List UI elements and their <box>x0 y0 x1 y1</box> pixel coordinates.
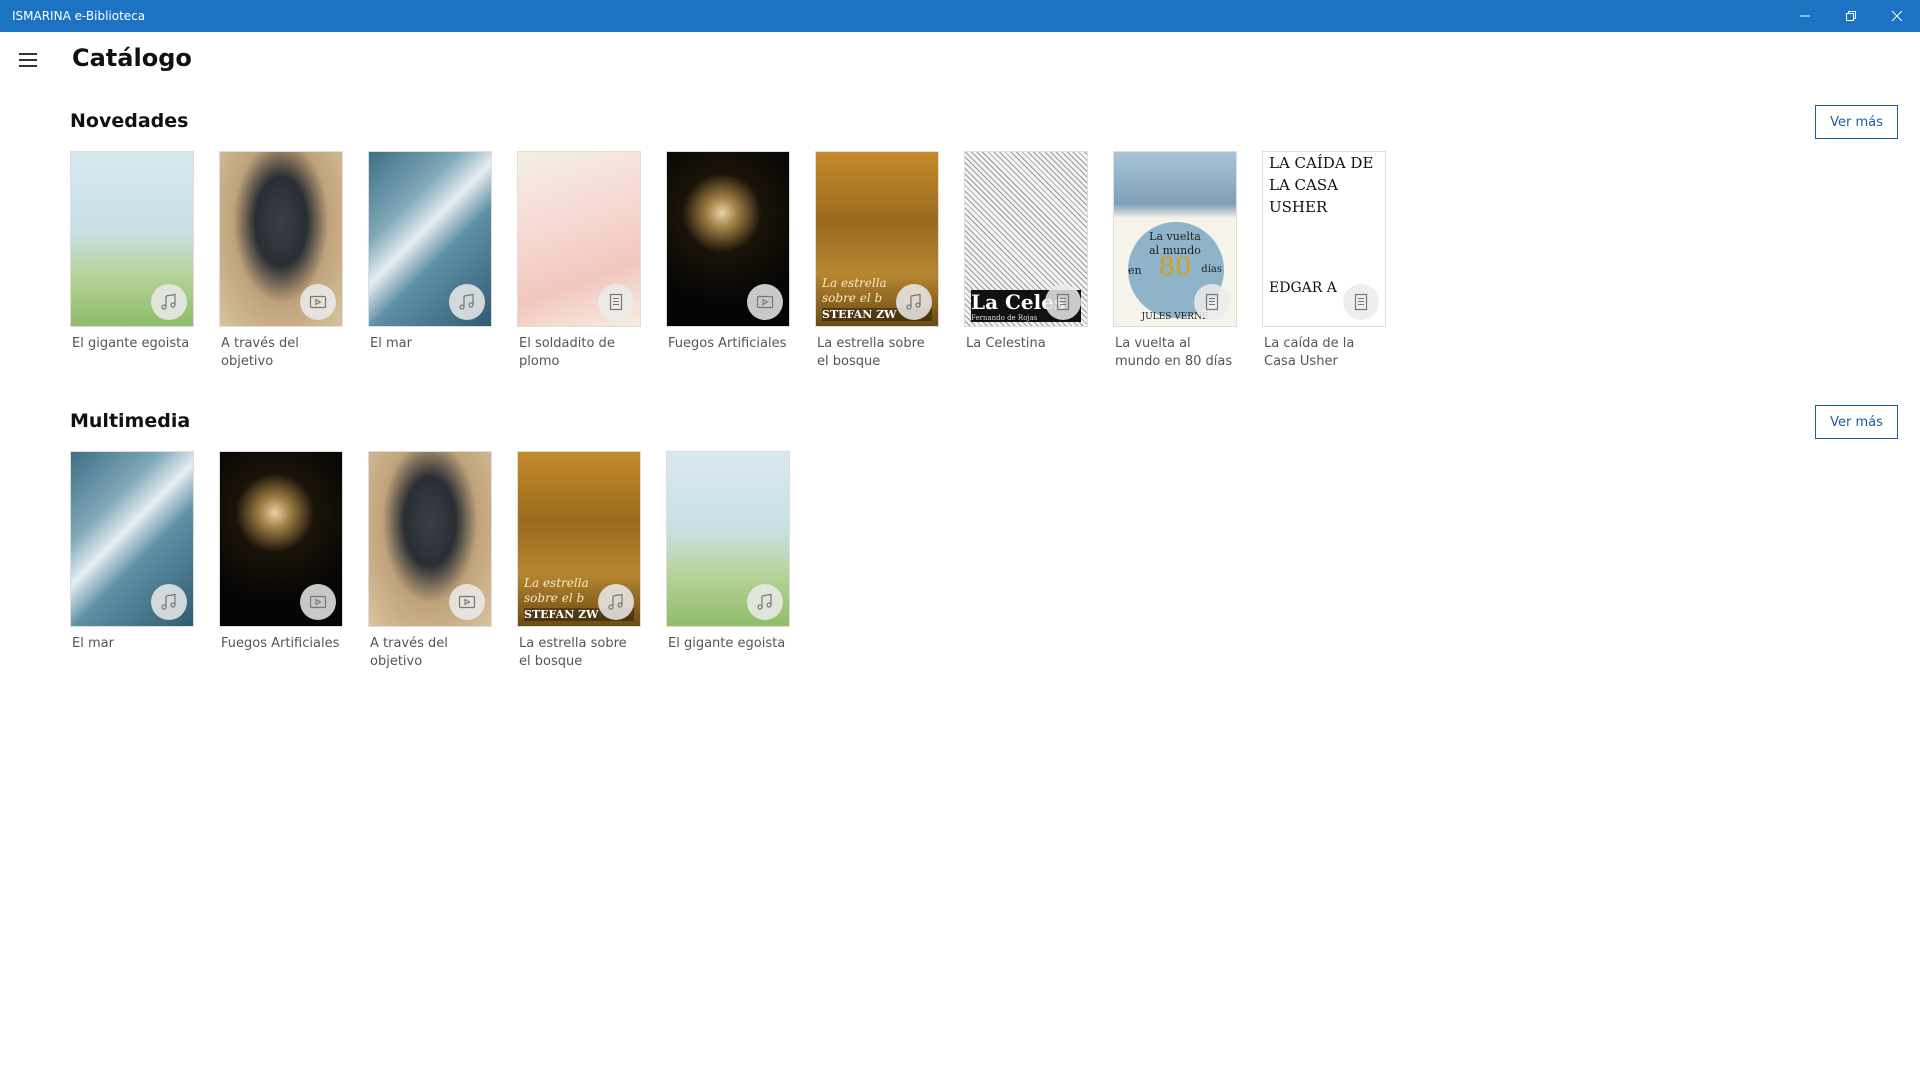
app-title: ISMARINA e-Biblioteca <box>12 9 146 23</box>
catalog-item[interactable]: La Celes Fernando de Rojas La Celestina <box>964 151 1088 353</box>
play-video-icon <box>747 284 783 320</box>
ver-mas-button[interactable]: Ver más <box>1815 405 1898 439</box>
catalog-item[interactable]: La estrella sobre el b STEFAN ZW La estrell… <box>815 151 939 371</box>
catalog-item[interactable]: El mar <box>70 451 194 653</box>
section-novedades: Novedades Ver más El gigante egoista A tr… <box>70 105 1898 385</box>
item-title: A través del objetivo <box>221 336 299 369</box>
catalog-item[interactable]: Fuegos Artificiales <box>219 451 343 653</box>
item-title: La estrella sobre el bosque <box>519 636 627 669</box>
item-title: Fuegos Artificiales <box>221 636 340 651</box>
music-note-icon <box>896 284 932 320</box>
document-icon <box>598 284 634 320</box>
cover-image: La Celes Fernando de Rojas <box>964 151 1088 327</box>
ver-mas-button[interactable]: Ver más <box>1815 105 1898 139</box>
section-title: Novedades <box>70 110 189 132</box>
item-title: El gigante egoista <box>72 336 190 351</box>
cover-text: USHER <box>1269 198 1328 216</box>
play-video-icon <box>300 584 336 620</box>
item-title: A través del objetivo <box>370 636 448 669</box>
page-title: Catálogo <box>72 44 192 72</box>
cover-text: LA CASA <box>1269 176 1338 194</box>
cover-image <box>70 451 194 627</box>
music-note-icon <box>151 284 187 320</box>
minimize-button[interactable] <box>1782 0 1828 32</box>
cover-image: La vuelta al mundo en 80 días JULES VERNE <box>1113 151 1237 327</box>
item-title: La caída de la Casa Usher <box>1264 336 1355 369</box>
restore-icon <box>1846 11 1856 21</box>
item-title: Fuegos Artificiales <box>668 336 787 351</box>
item-title: La Celestina <box>966 336 1046 351</box>
catalog-item[interactable]: El mar <box>368 151 492 353</box>
cover-image <box>219 451 343 627</box>
music-note-icon <box>449 284 485 320</box>
document-icon <box>1194 284 1230 320</box>
catalog-item[interactable]: La vuelta al mundo en 80 días JULES VERNE La v… <box>1113 151 1237 371</box>
play-video-icon <box>449 584 485 620</box>
cover-image <box>368 451 492 627</box>
cover-image: La estrella sobre el b STEFAN ZW <box>517 451 641 627</box>
cover-image <box>70 151 194 327</box>
catalog-item[interactable]: El gigante egoista <box>666 451 790 653</box>
cover-text: LA CAÍDA DE <box>1269 154 1374 172</box>
cover-text: días <box>1201 264 1222 275</box>
cover-image <box>219 151 343 327</box>
cover-image <box>368 151 492 327</box>
title-bar: ISMARINA e-Biblioteca <box>0 0 1920 32</box>
catalog-item[interactable]: A través del objetivo <box>219 151 343 371</box>
catalog-item[interactable]: A través del objetivo <box>368 451 492 671</box>
document-icon <box>1045 284 1081 320</box>
item-title: El gigante egoista <box>668 636 786 651</box>
close-button[interactable] <box>1874 0 1920 32</box>
item-title: La vuelta al mundo en 80 días <box>1115 336 1233 369</box>
music-note-icon <box>598 584 634 620</box>
close-icon <box>1891 10 1903 22</box>
cover-image: LA CAÍDA DE LA CASA USHER EDGAR A <box>1262 151 1386 327</box>
cover-image <box>517 151 641 327</box>
item-title: El mar <box>72 636 114 651</box>
catalog-item[interactable]: La estrella sobre el b STEFAN ZW La estrell… <box>517 451 641 671</box>
item-title: El mar <box>370 336 412 351</box>
section-multimedia: Multimedia Ver más El mar Fuegos Artifici… <box>70 405 1898 685</box>
minimize-icon <box>1800 15 1810 17</box>
cover-text: La vuelta <box>1149 230 1201 243</box>
item-title: El soldadito de plomo <box>519 336 615 369</box>
hamburger-menu-icon[interactable] <box>16 48 40 72</box>
cover-image <box>666 451 790 627</box>
catalog-item[interactable]: El gigante egoista <box>70 151 194 353</box>
catalog-item[interactable]: El soldadito de plomo <box>517 151 641 371</box>
cover-image <box>666 151 790 327</box>
music-note-icon <box>747 584 783 620</box>
catalog-item[interactable]: LA CAÍDA DE LA CASA USHER EDGAR A La caída d… <box>1262 151 1386 371</box>
item-title: La estrella sobre el bosque <box>817 336 925 369</box>
cover-image: La estrella sobre el b STEFAN ZW <box>815 151 939 327</box>
document-icon <box>1343 284 1379 320</box>
section-title: Multimedia <box>70 410 191 432</box>
catalog-item[interactable]: Fuegos Artificiales <box>666 151 790 353</box>
restore-button[interactable] <box>1828 0 1874 32</box>
play-video-icon <box>300 284 336 320</box>
music-note-icon <box>151 584 187 620</box>
